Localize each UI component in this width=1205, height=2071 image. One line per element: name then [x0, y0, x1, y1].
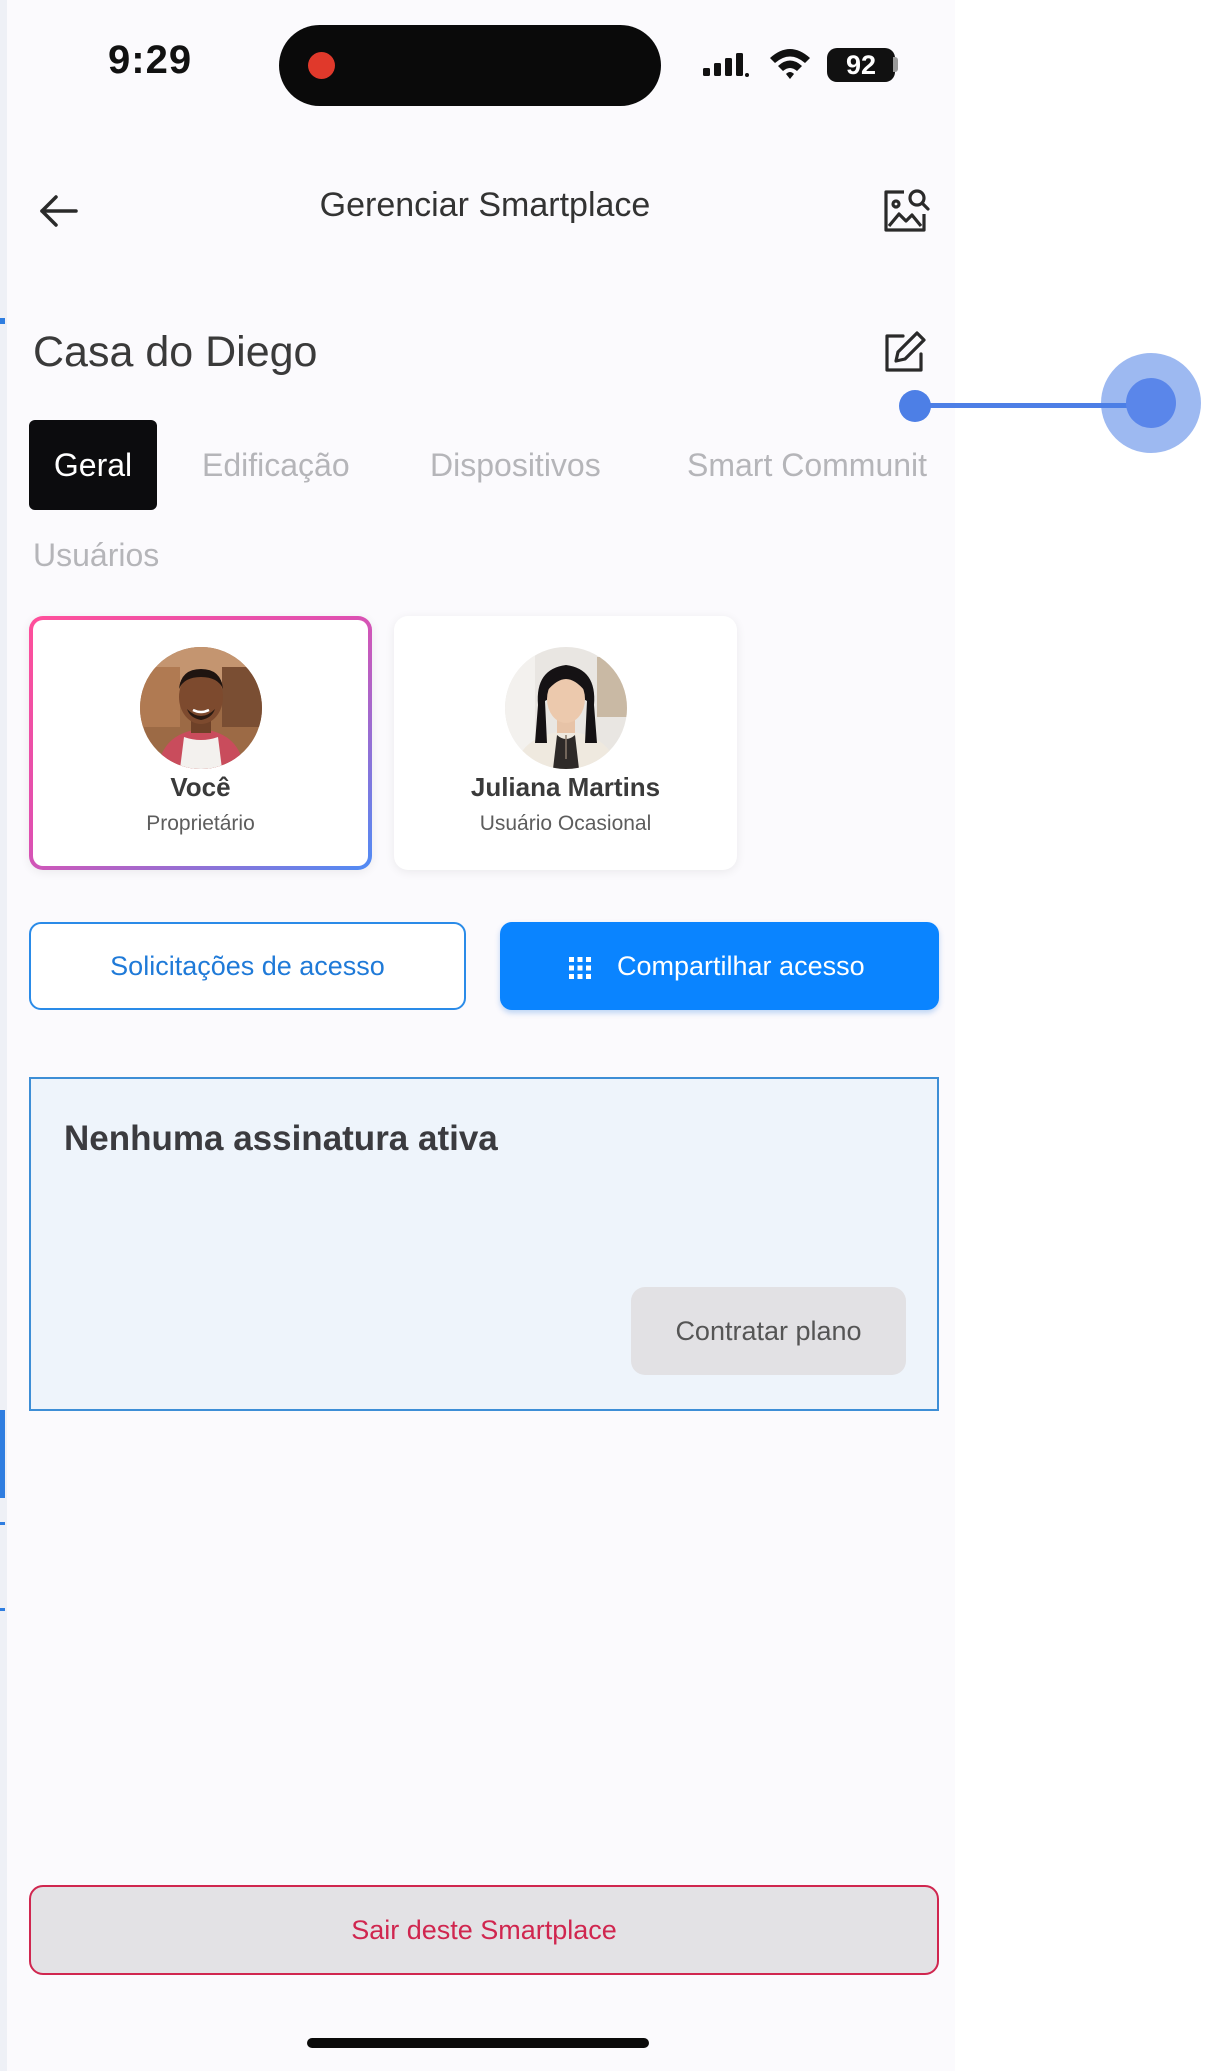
image-search-icon — [884, 189, 930, 232]
background-app-edge — [0, 0, 7, 2071]
access-requests-button[interactable]: Solicitações de acesso — [29, 922, 466, 1010]
recording-indicator-icon — [308, 52, 335, 79]
swipe-start-point — [899, 390, 931, 422]
edge-marker — [0, 1608, 5, 1611]
edge-marker — [0, 318, 5, 324]
edge-marker — [0, 1522, 5, 1525]
arrow-left-icon — [40, 195, 78, 227]
avatar-image — [139, 647, 262, 769]
smartplace-name: Casa do Diego — [33, 328, 318, 376]
avatar — [504, 647, 627, 769]
avatar — [139, 647, 262, 769]
phone-screen: 9:29 92 Gerenciar Smartplace Casa do Die… — [0, 0, 955, 2071]
battery-cap — [893, 57, 898, 72]
user-name: Juliana Martins — [470, 772, 661, 802]
user-role: Proprietário — [146, 812, 255, 835]
tab-smart-community[interactable]: Smart Communit — [687, 420, 927, 510]
grid-icon — [569, 957, 591, 979]
user-name: Você — [170, 772, 231, 802]
edge-marker — [0, 1410, 5, 1498]
user-role: Usuário Ocasional — [479, 812, 652, 835]
back-button[interactable] — [34, 186, 84, 236]
edit-name-button[interactable] — [881, 328, 929, 376]
share-access-button[interactable]: Compartilhar acesso — [500, 922, 939, 1010]
leave-smartplace-button[interactable]: Sair deste Smartplace — [29, 1885, 939, 1975]
wifi-icon — [770, 49, 810, 79]
dynamic-island — [279, 25, 661, 106]
tab-geral[interactable]: Geral — [29, 420, 157, 510]
subscription-panel: Nenhuma assinatura ativa Contratar plano — [29, 1077, 939, 1411]
tab-edificacao[interactable]: Edificação — [202, 420, 350, 510]
user-card-juliana-martins[interactable]: Juliana Martins Usuário Ocasional — [394, 616, 737, 870]
edit-icon — [885, 331, 926, 372]
user-card-voce[interactable]: Você Proprietário — [29, 616, 372, 870]
share-access-label: Compartilhar acesso — [617, 951, 865, 981]
home-indicator[interactable] — [307, 2038, 649, 2048]
status-time: 9:29 — [108, 38, 193, 82]
hire-plan-button[interactable]: Contratar plano — [631, 1287, 906, 1375]
tab-dispositivos[interactable]: Dispositivos — [430, 420, 601, 510]
image-search-button[interactable] — [880, 184, 932, 236]
cellular-signal-icon — [703, 53, 749, 77]
touch-point-core — [1126, 378, 1176, 428]
touch-point-indicator — [1101, 353, 1201, 453]
avatar-image — [504, 647, 627, 769]
page-title: Gerenciar Smartplace — [319, 186, 651, 224]
tab-usuarios[interactable]: Usuários — [33, 528, 159, 582]
subscription-status: Nenhuma assinatura ativa — [64, 1119, 498, 1158]
battery-level: 92 — [827, 48, 895, 82]
